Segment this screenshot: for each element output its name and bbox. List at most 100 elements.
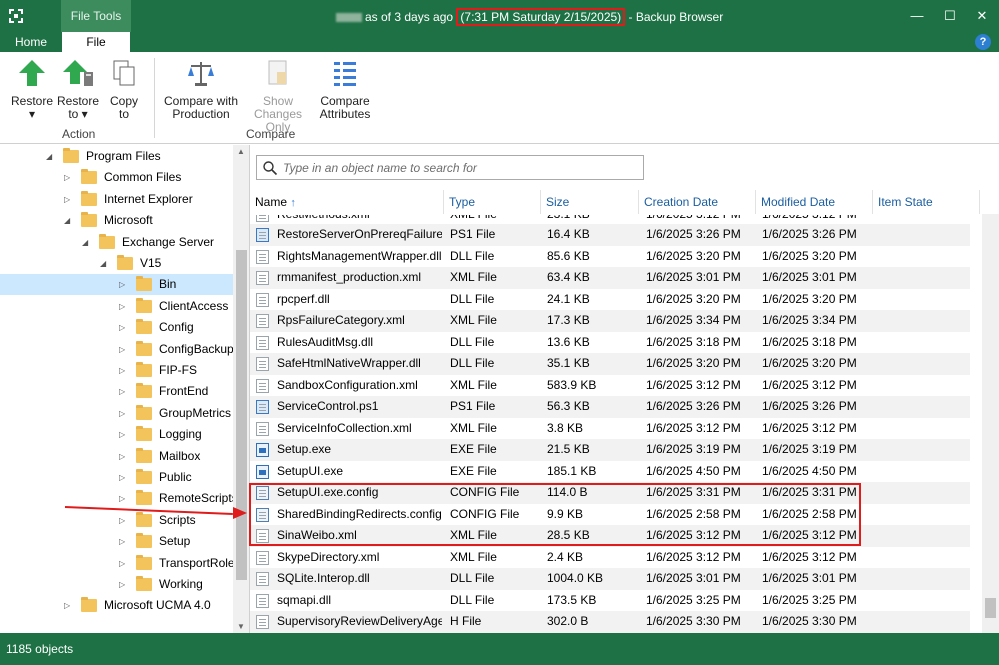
tab-file[interactable]: File (62, 32, 130, 53)
file-row[interactable]: SkypeDirectory.xml XML File 2.4 KB 1/6/2025… (250, 547, 970, 569)
folder-icon (136, 362, 152, 377)
tree-item[interactable]: ▷ ClientAccess (0, 296, 233, 317)
file-row[interactable]: ServiceControl.ps1 PS1 File 56.3 KB 1/6/202… (250, 396, 970, 418)
file-type-cell: XML File (450, 549, 497, 564)
compare-attributes-button[interactable]: Compare Attributes (316, 58, 374, 121)
close-button[interactable]: ✕ (966, 0, 998, 32)
column-header-size[interactable]: Size (541, 190, 639, 214)
help-icon[interactable]: ? (975, 34, 991, 50)
expand-arrow-icon[interactable]: ▷ (119, 339, 129, 360)
tree-item[interactable]: ◢ Microsoft (0, 210, 233, 231)
tree-item[interactable]: ◢ Exchange Server (0, 232, 233, 253)
expand-arrow-icon[interactable]: ▷ (64, 595, 74, 616)
tree-item[interactable]: ▷ FrontEnd (0, 381, 233, 402)
collapse-arrow-icon[interactable]: ◢ (100, 253, 110, 274)
expand-arrow-icon[interactable]: ▷ (119, 403, 129, 424)
tree-item[interactable]: ▷ Public (0, 467, 233, 488)
file-row[interactable]: rmmanifest_production.xml XML File 63.4 KB… (250, 267, 970, 289)
file-list-scrollbar[interactable] (982, 214, 999, 633)
expand-arrow-icon[interactable]: ▷ (119, 488, 129, 509)
expand-arrow-icon[interactable]: ▷ (119, 446, 129, 467)
file-created-cell: 1/6/2025 3:26 PM (646, 227, 741, 241)
file-row[interactable]: RightsManagementWrapper.dll DLL File 85.6 … (250, 246, 970, 268)
expand-arrow-icon[interactable]: ▷ (64, 189, 74, 210)
column-header-item-state[interactable]: Item State (873, 190, 980, 214)
search-box[interactable] (256, 155, 644, 180)
expand-arrow-icon[interactable]: ▷ (119, 274, 129, 295)
highlighted-files-box (249, 483, 861, 546)
tree-item[interactable]: ▷ Mailbox (0, 446, 233, 467)
tree-item[interactable]: ▷ GroupMetrics (0, 403, 233, 424)
file-row[interactable]: RulesAuditMsg.dll DLL File 13.6 KB 1/6/2025… (250, 332, 970, 354)
expand-arrow-icon[interactable]: ▷ (119, 317, 129, 338)
expand-arrow-icon[interactable]: ▷ (119, 510, 129, 531)
file-name-cell: rpcperf.dll (277, 291, 330, 306)
file-row[interactable]: ServiceInfoCollection.xml XML File 3.8 KB 1… (250, 418, 970, 440)
file-row[interactable]: SandboxConfiguration.xml XML File 583.9 KB… (250, 375, 970, 397)
tab-home[interactable]: Home (0, 32, 62, 52)
file-row[interactable]: SupervisoryReviewDeliveryAge... H File 302… (250, 611, 970, 633)
column-header-creation-date[interactable]: Creation Date (639, 190, 756, 214)
file-size-cell: 17.3 KB (547, 313, 590, 327)
expand-arrow-icon[interactable]: ▷ (119, 296, 129, 317)
tree-item[interactable]: ▷ Bin (0, 274, 233, 296)
tree-item[interactable]: ◢ Program Files (0, 146, 233, 167)
tree-scrollbar[interactable]: ▲ ▼ (233, 145, 249, 633)
collapse-arrow-icon[interactable]: ◢ (46, 146, 56, 167)
file-row[interactable]: SQLite.Interop.dll DLL File 1004.0 KB 1/6/2… (250, 568, 970, 590)
column-header-name[interactable]: Name ↑ (250, 190, 444, 214)
folder-icon (99, 233, 115, 249)
tree-item[interactable]: ▷ Setup (0, 531, 233, 552)
file-size-cell: 2.4 KB (547, 549, 584, 564)
expand-arrow-icon[interactable]: ▷ (64, 167, 74, 188)
expand-arrow-icon[interactable]: ▷ (119, 424, 129, 445)
tree-scrollbar-thumb[interactable] (236, 250, 247, 580)
scroll-up-arrow-icon[interactable]: ▲ (237, 147, 245, 156)
search-input[interactable] (283, 159, 638, 177)
restore-button[interactable]: Restore ▾ (10, 58, 54, 121)
minimize-button[interactable]: — (901, 0, 933, 32)
file-row[interactable]: SafeHtmlNativeWrapper.dll DLL File 35.1 KB… (250, 353, 970, 375)
maximize-button[interactable]: ☐ (934, 0, 966, 32)
show-changes-only-button[interactable]: Show Changes Only (240, 58, 316, 134)
tree-item[interactable]: ▷ Common Files (0, 167, 233, 188)
compare-with-production-button[interactable]: Compare with Production (162, 58, 240, 121)
file-size-cell: 302.0 B (547, 614, 589, 628)
file-name-cell: SupervisoryReviewDeliveryAge... (277, 614, 442, 628)
expand-arrow-icon[interactable]: ▷ (119, 574, 129, 595)
tree-item[interactable]: ▷ RemoteScripts (0, 488, 238, 509)
file-doc-icon (256, 357, 269, 371)
file-tools-context-tab[interactable]: File Tools (61, 0, 131, 32)
column-header-type[interactable]: Type (444, 190, 541, 214)
tree-item[interactable]: ▷ FIP-FS (0, 360, 233, 381)
tree-item-label: V15 (140, 256, 162, 270)
tree-item[interactable]: ▷ TransportRoles (0, 553, 241, 574)
expand-arrow-icon[interactable]: ▷ (119, 467, 129, 488)
file-size-cell: 35.1 KB (547, 356, 590, 370)
restore-to-button[interactable]: Restore to ▾ (56, 58, 100, 121)
tree-item[interactable]: ▷ Internet Explorer (0, 189, 233, 210)
tree-item[interactable]: ▷ Microsoft UCMA 4.0 (0, 595, 233, 616)
file-row[interactable]: Setup.exe EXE File 21.5 KB 1/6/2025 3:19 PM… (250, 439, 970, 461)
collapse-arrow-icon[interactable]: ◢ (64, 210, 74, 231)
copy-to-button[interactable]: Copy to (104, 58, 144, 121)
file-row[interactable]: sqmapi.dll DLL File 173.5 KB 1/6/2025 3:25 … (250, 590, 970, 612)
expand-arrow-icon[interactable]: ▷ (119, 381, 129, 402)
tree-item[interactable]: ▷ Config (0, 317, 233, 338)
column-header-modified-date[interactable]: Modified Date (756, 190, 873, 214)
file-list-scrollbar-thumb[interactable] (985, 598, 996, 618)
scroll-down-arrow-icon[interactable]: ▼ (237, 622, 245, 631)
file-row[interactable]: RestoreServerOnPrereqFailure.... PS1 File… (250, 224, 970, 246)
tree-item[interactable]: ▷ Working (0, 574, 233, 595)
file-row[interactable]: rpcperf.dll DLL File 24.1 KB 1/6/2025 3:20 … (250, 289, 970, 311)
tree-item[interactable]: ◢ V15 (0, 253, 233, 274)
collapse-arrow-icon[interactable]: ◢ (82, 232, 92, 253)
tree-item[interactable]: ▷ ConfigBackup (0, 339, 234, 360)
expand-arrow-icon[interactable]: ▷ (119, 553, 129, 574)
expand-arrow-icon[interactable]: ▷ (119, 360, 129, 381)
title-suffix: - Backup Browser (628, 10, 724, 24)
tree-item[interactable]: ▷ Logging (0, 424, 233, 445)
expand-arrow-icon[interactable]: ▷ (119, 531, 129, 552)
file-row[interactable]: SetupUI.exe EXE File 185.1 KB 1/6/2025 4:50… (250, 461, 970, 483)
file-row[interactable]: RpsFailureCategory.xml XML File 17.3 KB 1/6… (250, 310, 970, 332)
